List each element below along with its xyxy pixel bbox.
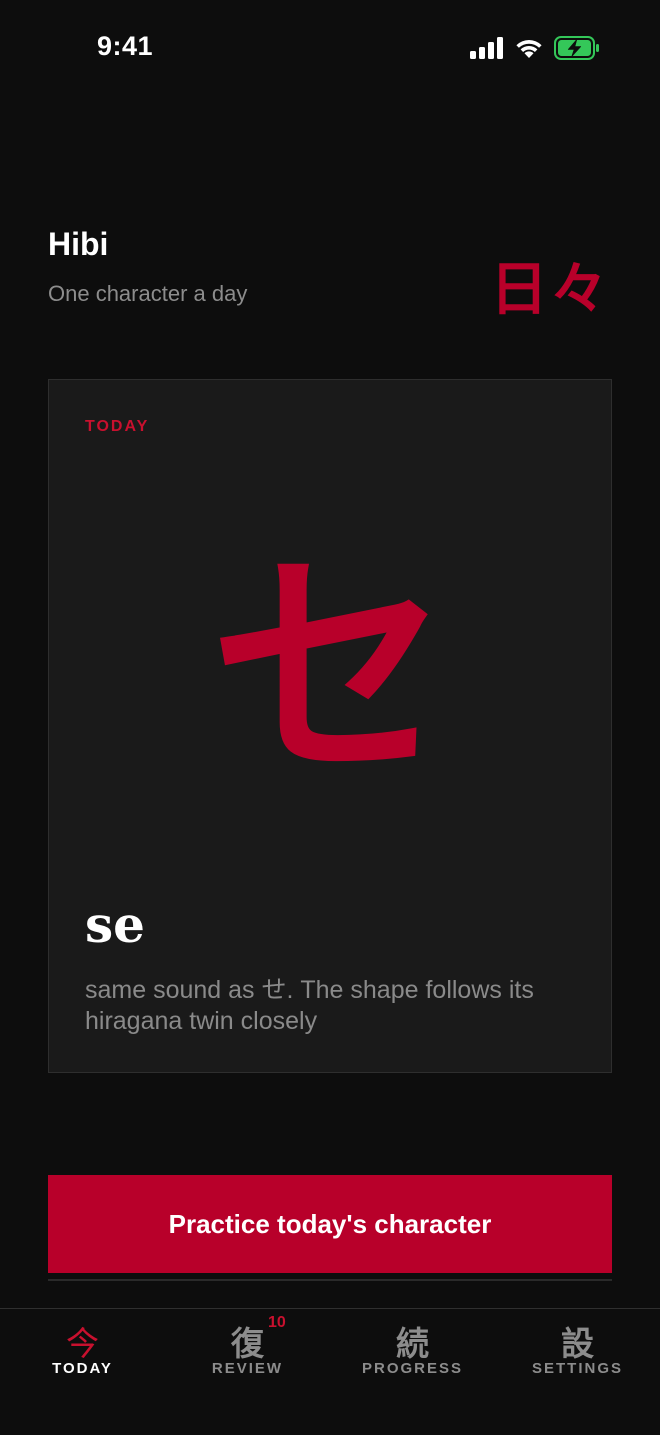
review-badge: 10	[268, 1314, 286, 1331]
app-title: Hibi	[48, 226, 109, 262]
card-label: TODAY	[85, 418, 150, 435]
status-icons	[470, 35, 600, 61]
tab-label: TODAY	[52, 1360, 113, 1377]
settings-icon: 設	[561, 1324, 594, 1363]
app-subtitle: One character a day	[48, 281, 248, 306]
cellular-signal-icon	[470, 37, 504, 59]
tab-settings[interactable]: 設 SETTINGS	[495, 1309, 660, 1399]
tab-label: REVIEW	[211, 1360, 284, 1377]
tab-label: SETTINGS	[531, 1360, 623, 1377]
status-time: 9:41	[97, 31, 154, 61]
tab-bar: 今 TODAY 復 10 REVIEW 続 PROGRESS 設 SETTING…	[0, 1308, 660, 1435]
tab-progress[interactable]: 続 PROGRESS	[330, 1309, 495, 1399]
battery-charging-icon	[554, 36, 600, 60]
card-romaji: se	[85, 895, 145, 954]
practice-button[interactable]: Practice today's character	[48, 1175, 612, 1273]
divider	[48, 1279, 612, 1281]
tab-today[interactable]: 今 TODAY	[0, 1309, 165, 1399]
status-bar: 9:41	[0, 0, 660, 96]
progress-icon: 続	[396, 1324, 429, 1363]
review-icon: 復	[231, 1324, 264, 1363]
today-icon: 今	[66, 1324, 99, 1363]
card-character: セ	[209, 530, 450, 810]
brand-logo: 日々	[490, 255, 611, 323]
tab-label: PROGRESS	[361, 1360, 464, 1377]
tab-review[interactable]: 復 10 REVIEW	[165, 1309, 330, 1399]
character-card: TODAY セ se same sound as せ. The shape fo…	[48, 379, 612, 1073]
wifi-icon	[514, 37, 544, 59]
card-note: same sound as せ. The shape follows its h…	[85, 976, 534, 1035]
